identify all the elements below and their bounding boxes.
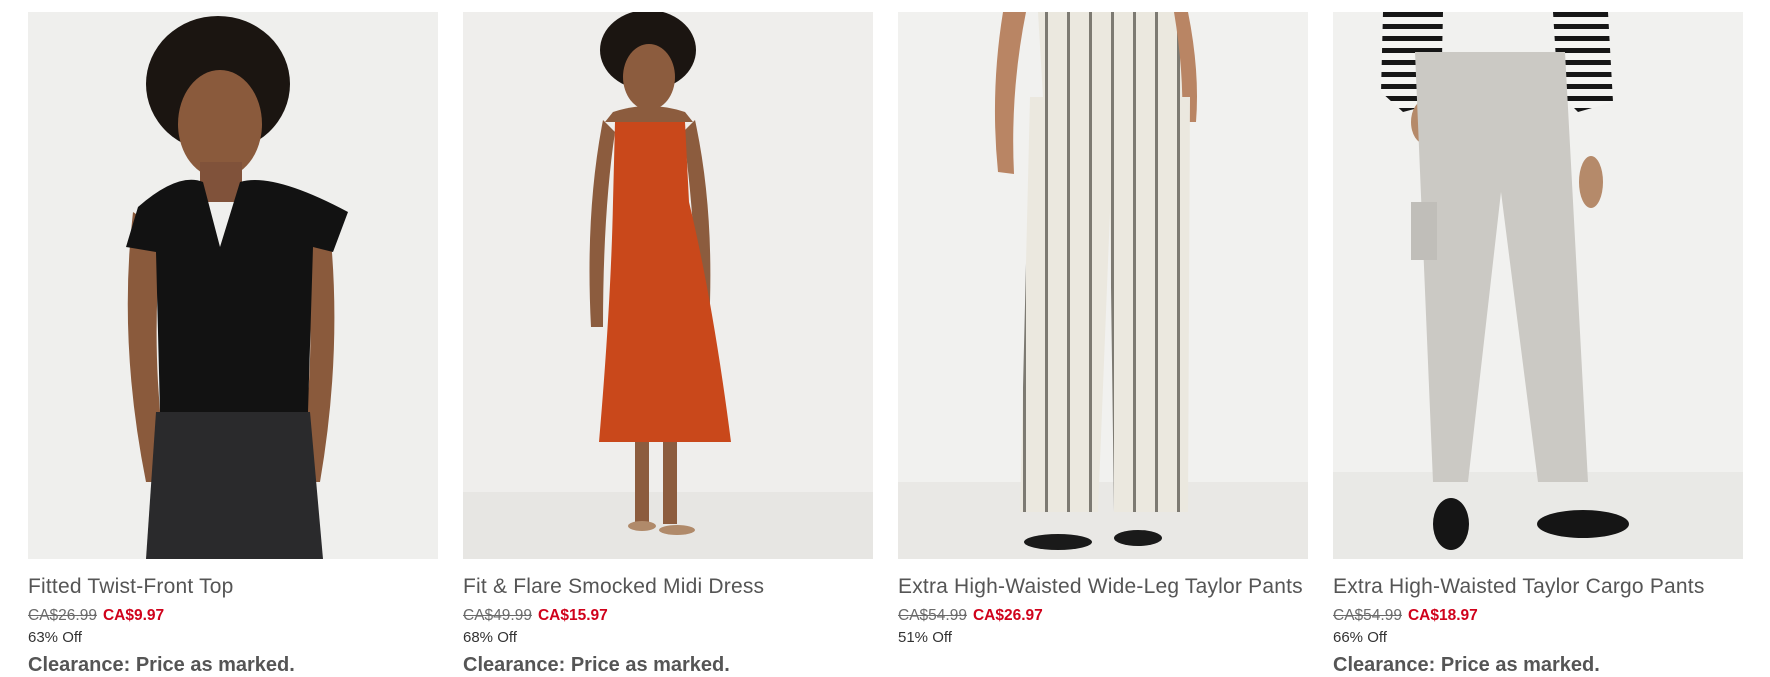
clearance-note: Clearance: Price as marked. [1333, 654, 1600, 676]
product-image[interactable] [1333, 12, 1743, 559]
original-price: CA$49.99 [463, 607, 532, 624]
product-prices: CA$49.99 CA$15.97 [463, 606, 873, 626]
sale-price: CA$26.97 [972, 607, 1043, 624]
original-price: CA$54.99 [898, 607, 967, 624]
discount-percent: 63% Off [28, 629, 82, 646]
sale-price: CA$18.97 [1407, 607, 1478, 624]
product-name[interactable]: Extra High-Waisted Wide-Leg Taylor Pants [898, 573, 1308, 601]
product-photo-striped-pants [898, 12, 1308, 559]
product-card[interactable]: Extra High-Waisted Taylor Cargo Pants CA… [1333, 12, 1743, 677]
product-image[interactable] [898, 12, 1308, 559]
product-prices: CA$26.99 CA$9.97 [28, 606, 438, 626]
original-price: CA$26.99 [28, 607, 97, 624]
product-photo-cargo-pants [1333, 12, 1743, 559]
product-prices: CA$54.99 CA$18.97 [1333, 606, 1743, 626]
sale-price: CA$9.97 [102, 607, 165, 624]
discount-percent: 68% Off [463, 629, 517, 646]
product-photo-dress [463, 12, 873, 559]
product-name[interactable]: Extra High-Waisted Taylor Cargo Pants [1333, 573, 1743, 601]
original-price: CA$54.99 [1333, 607, 1402, 624]
product-name[interactable]: Fitted Twist-Front Top [28, 573, 438, 601]
product-prices: CA$54.99 CA$26.97 [898, 606, 1308, 626]
product-photo-top [28, 12, 438, 559]
product-image[interactable] [463, 12, 873, 559]
discount-percent: 66% Off [1333, 629, 1387, 646]
product-card[interactable]: Fitted Twist-Front Top CA$26.99 CA$9.97 6… [28, 12, 438, 677]
discount-percent: 51% Off [898, 629, 952, 646]
product-card[interactable]: Extra High-Waisted Wide-Leg Taylor Pants… [898, 12, 1308, 648]
product-name[interactable]: Fit & Flare Smocked Midi Dress [463, 573, 873, 601]
product-image[interactable] [28, 12, 438, 559]
clearance-note: Clearance: Price as marked. [463, 654, 730, 676]
clearance-note: Clearance: Price as marked. [28, 654, 295, 676]
product-card[interactable]: Fit & Flare Smocked Midi Dress CA$49.99 C… [463, 12, 873, 677]
product-grid: Fitted Twist-Front Top CA$26.99 CA$9.97 6… [0, 0, 1770, 676]
sale-price: CA$15.97 [537, 607, 608, 624]
